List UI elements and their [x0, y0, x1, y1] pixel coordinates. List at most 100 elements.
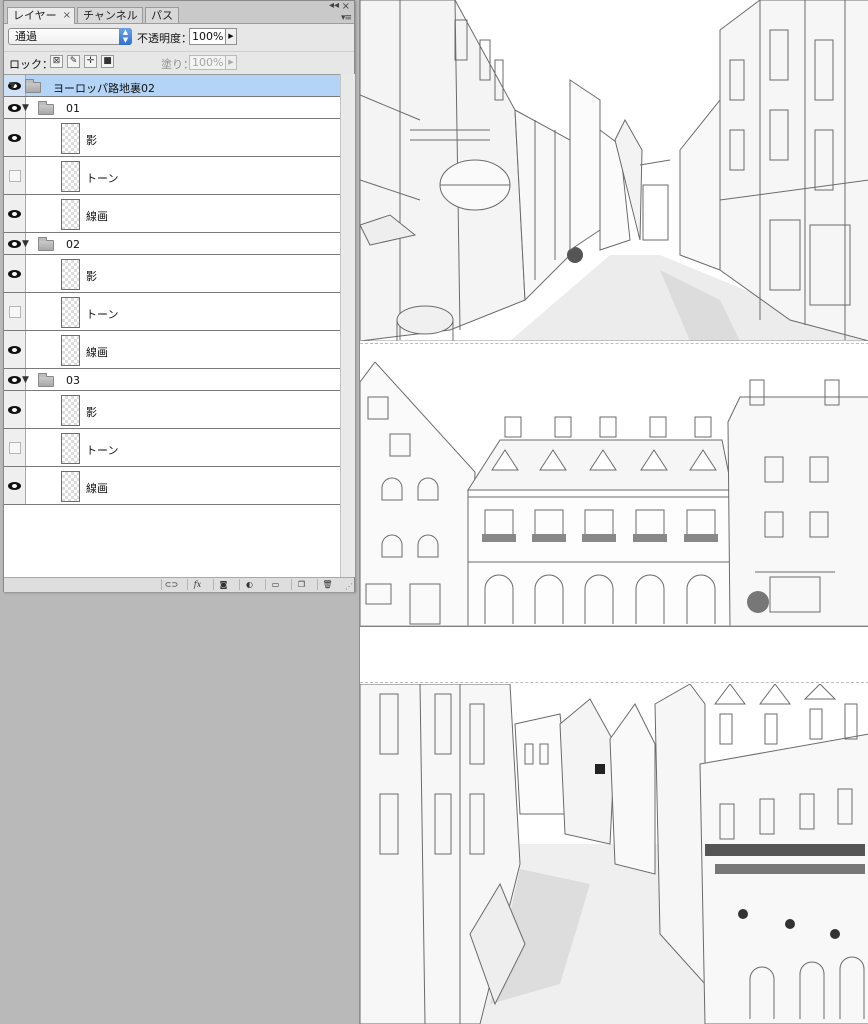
layer-row[interactable]: 線画	[4, 467, 340, 505]
group-name: ヨーロッパ路地裏02	[53, 81, 155, 95]
eye-icon	[8, 376, 21, 384]
eye-icon	[8, 210, 21, 218]
blend-row: 通過 ▲ ▼ 不透明度： 100% ▶	[4, 25, 354, 49]
visibility-toggle[interactable]	[4, 391, 26, 428]
resize-grip-icon[interactable]: ⋰	[345, 582, 353, 591]
lock-row: ロック： ⊠ ✎ ✛ ■ 塗り： 100% ▶	[4, 51, 354, 74]
visibility-toggle[interactable]	[4, 255, 26, 292]
layer-row[interactable]: トーン	[4, 429, 340, 467]
layer-row[interactable]: 影	[4, 391, 340, 429]
tab-paths[interactable]: パス	[145, 7, 179, 23]
layer-thumbnail	[61, 258, 80, 290]
layer-group[interactable]: ▼ 02	[4, 233, 340, 255]
expand-triangle-icon[interactable]: ▼	[22, 375, 29, 385]
layers-panel: レイヤー × チャンネル パス ◂◂ × ▾≡ 通過 ▲ ▼ 不透明度： 100%…	[3, 0, 355, 592]
layer-name: 線画	[86, 345, 108, 359]
visibility-toggle[interactable]	[4, 157, 26, 194]
layer-thumbnail	[61, 470, 80, 502]
layer-name: 影	[86, 269, 97, 283]
blend-mode-value: 通過	[15, 30, 37, 43]
panel-guide-line-2	[360, 682, 868, 683]
layer-name: 影	[86, 405, 97, 419]
expand-triangle-icon[interactable]: ▼	[9, 81, 16, 91]
manga-panel-facades	[360, 362, 868, 627]
layer-group[interactable]: ▼ 01	[4, 97, 340, 119]
trash-icon[interactable]: 🗑	[317, 579, 337, 590]
visibility-toggle[interactable]	[4, 195, 26, 232]
close-panel-icon[interactable]: ×	[342, 1, 350, 12]
lock-transparency-icon[interactable]: ⊠	[50, 55, 63, 68]
eye-icon	[8, 482, 21, 490]
visibility-toggle[interactable]	[4, 293, 26, 330]
adjustment-layer-icon[interactable]: ◐	[239, 579, 259, 590]
visibility-toggle[interactable]	[4, 467, 26, 504]
tab-layers[interactable]: レイヤー ×	[7, 7, 75, 24]
layer-name: 線画	[86, 209, 108, 223]
tab-paths-label: パス	[151, 9, 173, 22]
layer-name: トーン	[86, 307, 119, 321]
hidden-box-icon	[9, 170, 21, 182]
lock-all-icon[interactable]: ■	[101, 55, 114, 68]
layer-group[interactable]: ▼ 03	[4, 369, 340, 391]
folder-icon	[38, 236, 54, 251]
eye-icon	[8, 240, 21, 248]
layer-row[interactable]: 影	[4, 119, 340, 157]
visibility-toggle[interactable]	[4, 331, 26, 368]
fill-slider-arrow-icon[interactable]: ▶	[226, 55, 237, 70]
folder-icon	[38, 372, 54, 387]
panel-menu-icon[interactable]: ▾≡	[341, 13, 352, 23]
layer-row[interactable]: トーン	[4, 293, 340, 331]
layer-style-fx-icon[interactable]: fx	[187, 579, 207, 590]
new-layer-icon[interactable]: ❐	[291, 579, 311, 590]
folder-icon	[38, 100, 54, 115]
layer-thumbnail	[61, 432, 80, 464]
layer-name: トーン	[86, 443, 119, 457]
panel-tab-bar: レイヤー × チャンネル パス ◂◂ × ▾≡	[4, 0, 354, 24]
visibility-toggle[interactable]	[4, 429, 26, 466]
layer-list-scrollbar[interactable]	[340, 74, 355, 577]
manga-panel-downhill-alley	[360, 684, 868, 1024]
lock-position-icon[interactable]: ✛	[84, 55, 97, 68]
expand-triangle-icon[interactable]: ▼	[22, 239, 29, 249]
layer-thumbnail	[61, 198, 80, 230]
layer-name: 影	[86, 133, 97, 147]
document-canvas[interactable]	[359, 0, 868, 1024]
layer-thumbnail	[61, 160, 80, 192]
tab-close-icon[interactable]: ×	[63, 8, 71, 23]
eye-icon	[8, 104, 21, 112]
layer-thumbnail	[61, 122, 80, 154]
layer-row[interactable]: トーン	[4, 157, 340, 195]
layer-row[interactable]: 影	[4, 255, 340, 293]
link-layers-icon[interactable]: ⊂⊃	[161, 579, 181, 590]
select-arrows-icon: ▲ ▼	[119, 28, 132, 45]
hidden-box-icon	[9, 442, 21, 454]
visibility-toggle[interactable]	[4, 119, 26, 156]
panel-bottom-toolbar: ⊂⊃ fx ◙ ◐ ▭ ❐ 🗑 ⋰	[4, 577, 354, 592]
group-name: 03	[66, 373, 80, 387]
group-name: 01	[66, 101, 80, 115]
layer-group-root[interactable]: ▼ ヨーロッパ路地裏02	[4, 75, 340, 97]
expand-triangle-icon[interactable]: ▼	[22, 103, 29, 113]
opacity-input[interactable]: 100%	[189, 28, 226, 45]
eye-icon	[8, 406, 21, 414]
tab-channels-label: チャンネル	[83, 9, 138, 22]
blend-mode-select[interactable]: 通過 ▲ ▼	[8, 28, 132, 45]
new-group-icon[interactable]: ▭	[265, 579, 285, 590]
layer-row[interactable]: 線画	[4, 195, 340, 233]
eye-icon	[8, 134, 21, 142]
fill-input[interactable]: 100%	[189, 55, 226, 70]
folder-icon	[25, 78, 41, 93]
collapse-panel-icon[interactable]: ◂◂	[329, 0, 339, 11]
eye-icon	[8, 270, 21, 278]
opacity-slider-arrow-icon[interactable]: ▶	[226, 28, 237, 45]
lock-image-pixels-icon[interactable]: ✎	[67, 55, 80, 68]
hidden-box-icon	[9, 306, 21, 318]
layer-name: 線画	[86, 481, 108, 495]
layer-thumbnail	[61, 334, 80, 366]
layer-row[interactable]: 線画	[4, 331, 340, 369]
eye-icon	[8, 346, 21, 354]
add-mask-icon[interactable]: ◙	[213, 579, 233, 590]
layer-thumbnail	[61, 394, 80, 426]
tab-channels[interactable]: チャンネル	[77, 7, 143, 23]
lock-label: ロック：	[9, 58, 53, 71]
